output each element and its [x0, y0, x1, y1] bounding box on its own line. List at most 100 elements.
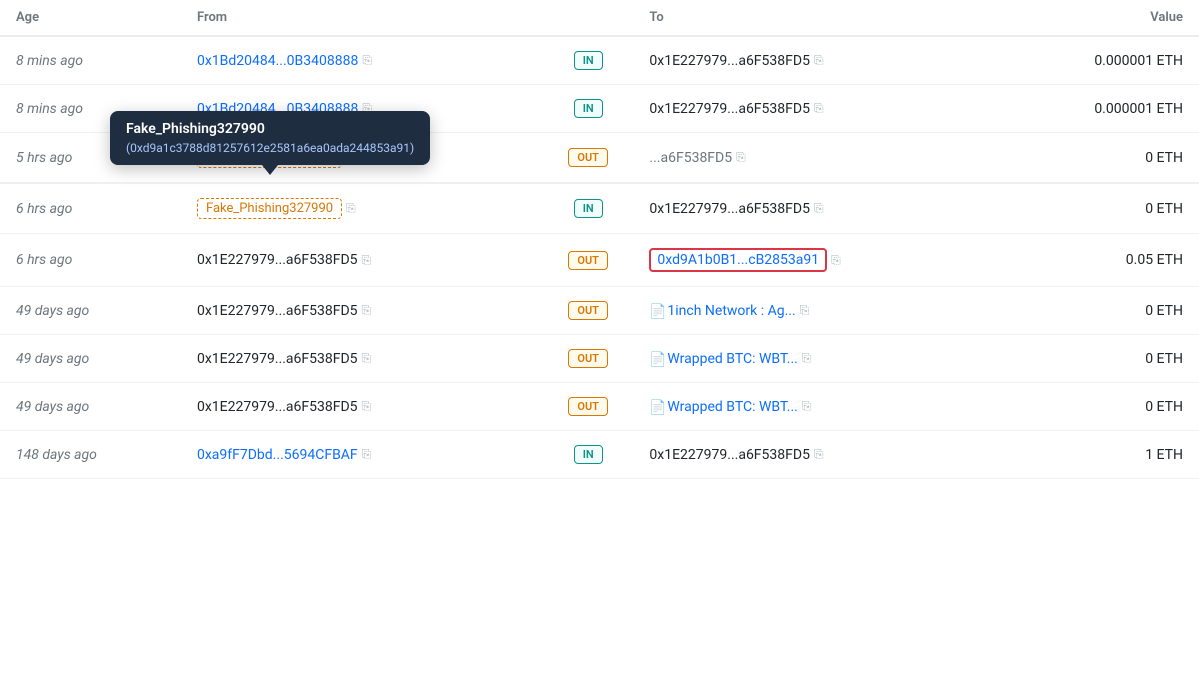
- cell-to: 0xd9A1b0B1...cB2853a91 ⎘: [633, 234, 1018, 287]
- copy-from-icon[interactable]: ⎘: [362, 53, 372, 68]
- copy-from-icon[interactable]: ⎘: [362, 447, 372, 462]
- cell-to: 0x1E227979...a6F538FD5 ⎘: [633, 36, 1018, 85]
- transactions-table: Age From To Value 8 mins ago0x1Bd20484..…: [0, 0, 1199, 479]
- cell-to: 📄 Wrapped BTC: WBT... ⎘: [633, 383, 1018, 431]
- cell-value: 0.000001 ETH: [1018, 85, 1199, 133]
- cell-age: 8 mins ago: [0, 36, 181, 85]
- copy-to-icon[interactable]: ⎘: [802, 399, 812, 414]
- cell-direction: IN: [543, 85, 633, 133]
- table-row: 6 hrs ago0x1E227979...a6F538FD5⎘OUT0xd9A…: [0, 234, 1199, 287]
- direction-badge: IN: [574, 199, 603, 218]
- tooltip-row: Fake_Phishing327990(0xd9a1c3788d81257612…: [0, 183, 1199, 184]
- cell-age: 148 days ago: [0, 431, 181, 479]
- from-address: 0x1E227979...a6F538FD5: [197, 252, 358, 268]
- cell-age: 6 hrs ago: [0, 234, 181, 287]
- direction-badge: IN: [574, 99, 603, 118]
- cell-from: 0xa9fF7Dbd...5694CFBAF ⎘: [181, 431, 543, 479]
- cell-direction: IN: [543, 184, 633, 234]
- copy-to-icon[interactable]: ⎘: [802, 351, 812, 366]
- direction-badge: IN: [574, 51, 603, 70]
- copy-from-icon[interactable]: ⎘: [362, 351, 372, 366]
- table-row: 8 mins ago 0x1Bd20484...0B3408888 ⎘ IN 0x1E2…: [0, 36, 1199, 85]
- cell-to: 📄 1inch Network : Ag... ⎘: [633, 287, 1018, 335]
- cell-value: 0 ETH: [1018, 383, 1199, 431]
- copy-from-icon[interactable]: ⎘: [362, 303, 372, 318]
- table-row: 49 days ago 0x1E227979...a6F538FD5 ⎘ OUT 📄 Wr…: [0, 335, 1199, 383]
- direction-badge: OUT: [568, 397, 608, 416]
- cell-age: 49 days ago: [0, 383, 181, 431]
- copy-to-icon[interactable]: ⎘: [800, 303, 810, 318]
- table-row: 49 days ago 0x1E227979...a6F538FD5 ⎘ OUT 📄 Wr…: [0, 383, 1199, 431]
- cell-direction: IN: [543, 36, 633, 85]
- to-contract-link[interactable]: 1inch Network : Ag...: [667, 303, 795, 319]
- from-address: 0x1E227979...a6F538FD5: [197, 303, 358, 319]
- direction-badge: OUT: [568, 349, 608, 368]
- copy-to-icon[interactable]: ⎘: [814, 447, 824, 462]
- cell-direction: OUT: [543, 287, 633, 335]
- cell-from: 0x1Bd20484...0B3408888 ⎘: [181, 36, 543, 85]
- cell-from: 0x1E227979...a6F538FD5 ⎘: [181, 234, 543, 287]
- table-header-row: Age From To Value: [0, 0, 1199, 36]
- cell-value: 0 ETH: [1018, 184, 1199, 234]
- copy-to-icon[interactable]: ⎘: [814, 53, 824, 68]
- tooltip-box: Fake_Phishing327990 (0xd9a1c3788d81257612…: [110, 111, 430, 165]
- to-contract-link[interactable]: Wrapped BTC: WBT...: [667, 399, 797, 415]
- table-row: 49 days ago 0x1E227979...a6F538FD5 ⎘ OUT 📄 1i…: [0, 287, 1199, 335]
- to-address: 0x1E227979...a6F538FD5: [649, 201, 810, 217]
- to-address: 0x1E227979...a6F538FD5: [649, 53, 810, 69]
- from-address: 0x1E227979...a6F538FD5: [197, 351, 358, 367]
- contract-icon: 📄: [649, 400, 663, 414]
- cell-direction: OUT: [543, 234, 633, 287]
- cell-from: 0x1E227979...a6F538FD5 ⎘: [181, 383, 543, 431]
- col-header-value: Value: [1018, 0, 1199, 36]
- cell-to: 0x1E227979...a6F538FD5 ⎘: [633, 184, 1018, 234]
- cell-direction: OUT: [543, 335, 633, 383]
- col-header-from: From: [181, 0, 543, 36]
- phishing-label[interactable]: Fake_Phishing327990: [197, 198, 342, 219]
- table-row: 6 hrs ago Fake_Phishing327990 ⎘ IN 0x1E22797…: [0, 184, 1199, 234]
- copy-to-icon[interactable]: ⎘: [831, 253, 841, 268]
- col-header-to: To: [633, 0, 1018, 36]
- contract-icon: 📄: [649, 304, 663, 318]
- to-address-highlighted[interactable]: 0xd9A1b0B1...cB2853a91: [649, 248, 827, 272]
- direction-badge: IN: [574, 445, 603, 464]
- tooltip-title: Fake_Phishing327990: [126, 121, 414, 137]
- copy-from-icon[interactable]: ⎘: [362, 253, 372, 268]
- cell-age: 49 days ago: [0, 335, 181, 383]
- copy-to-icon[interactable]: ⎘: [736, 150, 746, 165]
- transactions-table-container: Age From To Value 8 mins ago0x1Bd20484..…: [0, 0, 1199, 479]
- tooltip-address: (0xd9a1c3788d81257612e2581a6ea0ada244853…: [126, 141, 414, 155]
- copy-to-icon[interactable]: ⎘: [814, 201, 824, 216]
- cell-age: 6 hrs ago: [0, 184, 181, 234]
- copy-from-icon[interactable]: ⎘: [346, 201, 356, 216]
- cell-value: 0.05 ETH: [1018, 234, 1199, 287]
- cell-value: 0.000001 ETH: [1018, 36, 1199, 85]
- cell-value: 0 ETH: [1018, 133, 1199, 183]
- to-address-truncated: ...a6F538FD5: [649, 150, 732, 166]
- contract-icon: 📄: [649, 352, 663, 366]
- to-address: 0x1E227979...a6F538FD5: [649, 447, 810, 463]
- cell-from: Fake_Phishing327990 ⎘: [181, 184, 543, 234]
- to-address: 0x1E227979...a6F538FD5: [649, 101, 810, 117]
- from-address: 0x1E227979...a6F538FD5: [197, 399, 358, 415]
- table-row: 148 days ago 0xa9fF7Dbd...5694CFBAF ⎘ IN 0x1…: [0, 431, 1199, 479]
- direction-badge: OUT: [568, 301, 608, 320]
- col-header-dir: [543, 0, 633, 36]
- to-contract-link[interactable]: Wrapped BTC: WBT...: [667, 351, 797, 367]
- col-header-age: Age: [0, 0, 181, 36]
- copy-to-icon[interactable]: ⎘: [814, 101, 824, 116]
- cell-from: 0x1E227979...a6F538FD5 ⎘: [181, 335, 543, 383]
- cell-value: 0 ETH: [1018, 287, 1199, 335]
- cell-age: 49 days ago: [0, 287, 181, 335]
- cell-to: 0x1E227979...a6F538FD5 ⎘: [633, 431, 1018, 479]
- from-address-link[interactable]: 0xa9fF7Dbd...5694CFBAF: [197, 447, 358, 463]
- from-address-link[interactable]: 0x1Bd20484...0B3408888: [197, 53, 358, 69]
- cell-to: 📄 Wrapped BTC: WBT... ⎘: [633, 335, 1018, 383]
- copy-from-icon[interactable]: ⎘: [362, 399, 372, 414]
- cell-to: 0x1E227979...a6F538FD5 ⎘: [633, 85, 1018, 133]
- cell-direction: OUT: [543, 383, 633, 431]
- direction-badge: OUT: [568, 148, 608, 167]
- cell-from: 0x1E227979...a6F538FD5 ⎘: [181, 287, 543, 335]
- cell-value: 0 ETH: [1018, 335, 1199, 383]
- cell-value: 1 ETH: [1018, 431, 1199, 479]
